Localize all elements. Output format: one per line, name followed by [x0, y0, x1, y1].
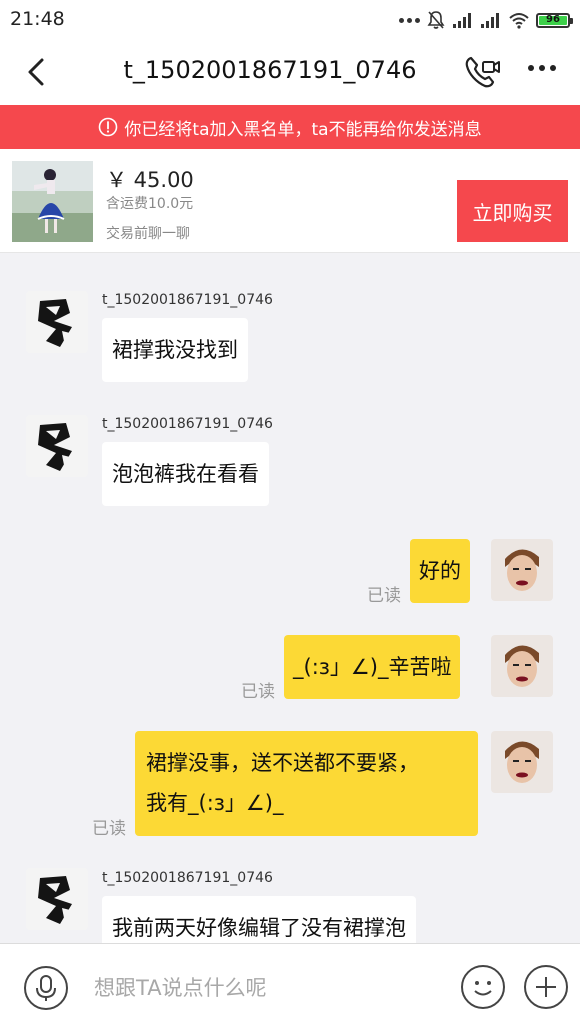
sender-name: t_1502001867191_0746: [102, 292, 273, 308]
contact-avatar[interactable]: [26, 868, 88, 930]
product-thumbnail[interactable]: [12, 161, 93, 242]
read-status: 已读: [241, 682, 275, 702]
message-bubble[interactable]: _(:з」∠)_辛苦啦: [284, 635, 461, 699]
back-chevron-icon[interactable]: [20, 54, 56, 90]
battery-level: 96: [546, 14, 560, 25]
sender-name: t_1502001867191_0746: [102, 870, 273, 886]
user-avatar[interactable]: [491, 635, 553, 697]
status-bar: 21:48 96: [0, 0, 580, 40]
read-status: 已读: [367, 586, 401, 606]
emoji-icon[interactable]: [461, 965, 505, 1009]
microphone-icon[interactable]: [24, 966, 68, 1010]
input-bar: [0, 943, 580, 1031]
message-bubble[interactable]: 裙撑没事，送不送都不要紧， 我有_(:з」∠)_: [135, 731, 478, 836]
blocked-banner: 你已经将ta加入黑名单，ta不能再给你发送消息: [0, 105, 580, 149]
product-card[interactable]: ￥ 45.00 含运费10.0元 交易前聊一聊 立即购买: [0, 149, 580, 253]
message-bubble[interactable]: 我前两天好像编辑了没有裙撑泡: [102, 896, 416, 943]
sender-name: t_1502001867191_0746: [102, 416, 273, 432]
message-bubble[interactable]: 泡泡裤我在看看: [102, 442, 269, 506]
message-text: 好的: [419, 559, 461, 583]
message-text: 我有_(:з」∠)_: [146, 791, 284, 815]
message-bubble[interactable]: 裙撑我没找到: [102, 318, 248, 382]
contact-avatar[interactable]: [26, 291, 88, 353]
more-dots-icon: [399, 17, 420, 23]
product-price: ￥ 45.00: [106, 168, 194, 192]
blocked-banner-text: 你已经将ta加入黑名单，ta不能再给你发送消息: [124, 119, 482, 140]
video-call-icon[interactable]: [462, 52, 502, 92]
status-time: 21:48: [10, 8, 65, 30]
signal-icon: [481, 13, 499, 28]
mute-bell-icon: [427, 11, 445, 29]
system-icons: 96: [399, 8, 573, 32]
chat-title: t_1502001867191_0746: [123, 56, 417, 84]
contact-avatar[interactable]: [26, 415, 88, 477]
message-text: 裙撑没事，送不送都不要紧，: [146, 751, 419, 775]
message-text: _(:з」∠)_辛苦啦: [293, 655, 452, 679]
message-list[interactable]: t_1502001867191_0746 裙撑我没找到 t_1502001867…: [0, 253, 580, 943]
message-text: 泡泡裤我在看看: [112, 462, 259, 486]
plus-icon[interactable]: [524, 965, 568, 1009]
read-status: 已读: [92, 819, 126, 839]
message-text: 裙撑我没找到: [112, 338, 238, 362]
warning-icon: [99, 117, 118, 137]
wifi-icon: [509, 13, 529, 29]
more-dots-icon[interactable]: [528, 65, 556, 71]
user-avatar[interactable]: [491, 539, 553, 601]
signal-icon: [453, 13, 471, 28]
message-input[interactable]: [94, 972, 434, 1004]
product-chat-hint: 交易前聊一聊: [106, 226, 190, 242]
battery-icon: 96: [536, 12, 573, 28]
buy-now-button[interactable]: 立即购买: [457, 180, 568, 242]
user-avatar[interactable]: [491, 731, 553, 793]
message-bubble[interactable]: 好的: [410, 539, 470, 603]
message-text: 我前两天好像编辑了没有裙撑泡: [112, 916, 406, 940]
chat-header: t_1502001867191_0746: [0, 40, 580, 105]
product-shipping: 含运费10.0元: [106, 196, 194, 212]
